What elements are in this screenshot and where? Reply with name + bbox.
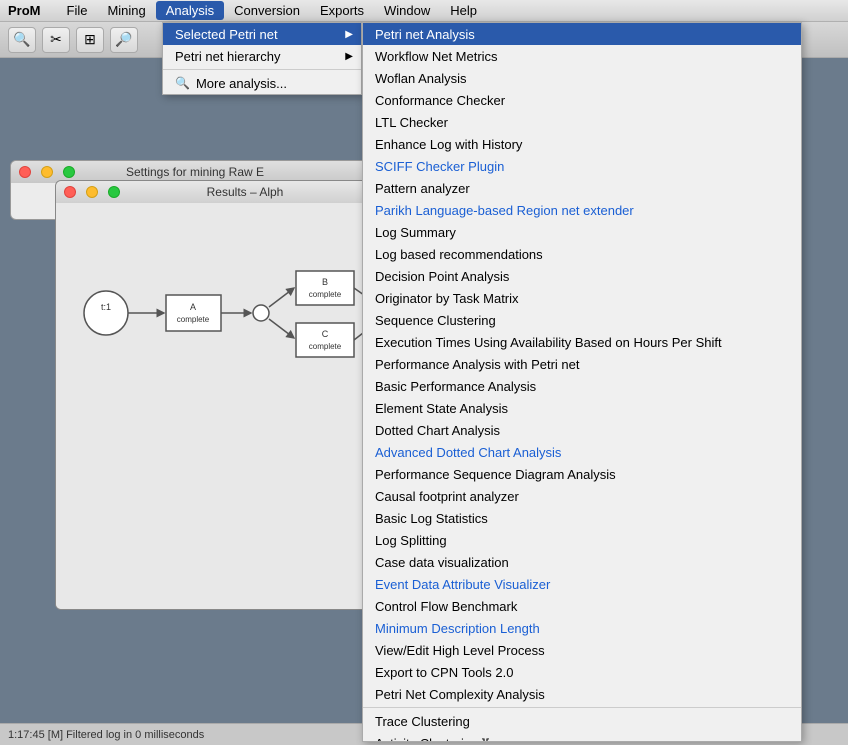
menu-more-analysis[interactable]: 🔍 More analysis...	[163, 72, 361, 94]
svg-text:t:1: t:1	[101, 302, 111, 312]
svg-text:complete: complete	[177, 315, 210, 324]
svg-text:B: B	[322, 277, 328, 287]
petri-net-diagram: t:1 A complete B complete	[66, 223, 406, 423]
submenu-perf-sequence[interactable]: Performance Sequence Diagram Analysis	[363, 463, 801, 485]
submenu-sciff[interactable]: SCIFF Checker Plugin	[363, 155, 801, 177]
submenu-sequence-clustering[interactable]: Sequence Clustering	[363, 309, 801, 331]
settings-close-btn[interactable]	[19, 166, 31, 178]
svg-text:A: A	[190, 302, 196, 312]
menu-file[interactable]: File	[57, 1, 98, 20]
menu-conversion[interactable]: Conversion	[224, 1, 310, 20]
settings-title: Settings for mining Raw E	[126, 165, 264, 179]
submenu-case-data-viz[interactable]: Case data visualization	[363, 551, 801, 573]
submenu-conformance[interactable]: Conformance Checker	[363, 89, 801, 111]
submenu-element-state[interactable]: Element State Analysis	[363, 397, 801, 419]
submenu-view-edit[interactable]: View/Edit High Level Process	[363, 639, 801, 661]
results-window-controls	[64, 186, 125, 198]
submenu-control-flow[interactable]: Control Flow Benchmark	[363, 595, 801, 617]
submenu-separator	[363, 707, 801, 708]
menu-petri-hierarchy[interactable]: Petri net hierarchy	[163, 45, 361, 67]
search-icon: 🔍	[175, 76, 190, 90]
results-title: Results – Alph	[207, 185, 284, 199]
menu-mining[interactable]: Mining	[97, 1, 155, 20]
menu-separator-1	[163, 69, 361, 70]
submenu-petri-complexity[interactable]: Petri Net Complexity Analysis	[363, 683, 801, 705]
submenu-activity-clustering[interactable]: Activity Clustering ][	[363, 732, 801, 742]
submenu-parikh[interactable]: Parikh Language-based Region net extende…	[363, 199, 801, 221]
submenu-execution-times[interactable]: Execution Times Using Availability Based…	[363, 331, 801, 353]
submenu-advanced-dotted[interactable]: Advanced Dotted Chart Analysis	[363, 441, 801, 463]
submenu-log-splitting[interactable]: Log Splitting	[363, 529, 801, 551]
submenu-pattern-analyzer[interactable]: Pattern analyzer	[363, 177, 801, 199]
results-minimize-btn[interactable]	[86, 186, 98, 198]
svg-text:complete: complete	[309, 290, 342, 299]
menu-help[interactable]: Help	[440, 1, 487, 20]
submenu-log-recommendations[interactable]: Log based recommendations	[363, 243, 801, 265]
submenu-event-data[interactable]: Event Data Attribute Visualizer	[363, 573, 801, 595]
submenu-dotted-chart[interactable]: Dotted Chart Analysis	[363, 419, 801, 441]
analysis-menu: Selected Petri net Petri net hierarchy 🔍…	[162, 22, 362, 95]
menu-exports[interactable]: Exports	[310, 1, 374, 20]
submenu-min-description[interactable]: Minimum Description Length	[363, 617, 801, 639]
submenu-basic-performance[interactable]: Basic Performance Analysis	[363, 375, 801, 397]
settings-minimize-btn[interactable]	[41, 166, 53, 178]
settings-maximize-btn[interactable]	[63, 166, 75, 178]
submenu-originator[interactable]: Originator by Task Matrix	[363, 287, 801, 309]
submenu-log-summary[interactable]: Log Summary	[363, 221, 801, 243]
submenu-enhance-log[interactable]: Enhance Log with History	[363, 133, 801, 155]
menu-analysis[interactable]: Analysis	[156, 1, 224, 20]
svg-text:complete: complete	[309, 342, 342, 351]
submenu-woflan[interactable]: Woflan Analysis	[363, 67, 801, 89]
submenu-performance-petri[interactable]: Performance Analysis with Petri net	[363, 353, 801, 375]
submenu-workflow-net[interactable]: Workflow Net Metrics	[363, 45, 801, 67]
submenu-petri-analysis[interactable]: Petri net Analysis	[363, 23, 801, 45]
submenu-trace-clustering[interactable]: Trace Clustering	[363, 710, 801, 732]
menubar: ProM File Mining Analysis Conversion Exp…	[0, 0, 848, 22]
petri-submenu: Petri net Analysis Workflow Net Metrics …	[362, 22, 802, 742]
submenu-causal-footprint[interactable]: Causal footprint analyzer	[363, 485, 801, 507]
menu-selected-petri-net[interactable]: Selected Petri net	[163, 23, 361, 45]
app-name[interactable]: ProM	[8, 3, 41, 18]
svg-text:C: C	[322, 329, 329, 339]
search-button[interactable]: 🔎	[110, 27, 138, 53]
menu-window[interactable]: Window	[374, 1, 440, 20]
submenu-export-cpn[interactable]: Export to CPN Tools 2.0	[363, 661, 801, 683]
submenu-decision-point[interactable]: Decision Point Analysis	[363, 265, 801, 287]
copy-button[interactable]: ⊞	[76, 27, 104, 53]
settings-window-controls	[19, 166, 80, 178]
submenu-basic-log-stats[interactable]: Basic Log Statistics	[363, 507, 801, 529]
status-text: 1:17:45 [M] Filtered log in 0 millisecon…	[8, 729, 204, 741]
results-close-btn[interactable]	[64, 186, 76, 198]
results-maximize-btn[interactable]	[108, 186, 120, 198]
submenu-ltl[interactable]: LTL Checker	[363, 111, 801, 133]
tool-button[interactable]: ✂	[42, 27, 70, 53]
zoom-out-button[interactable]: 🔍	[8, 27, 36, 53]
